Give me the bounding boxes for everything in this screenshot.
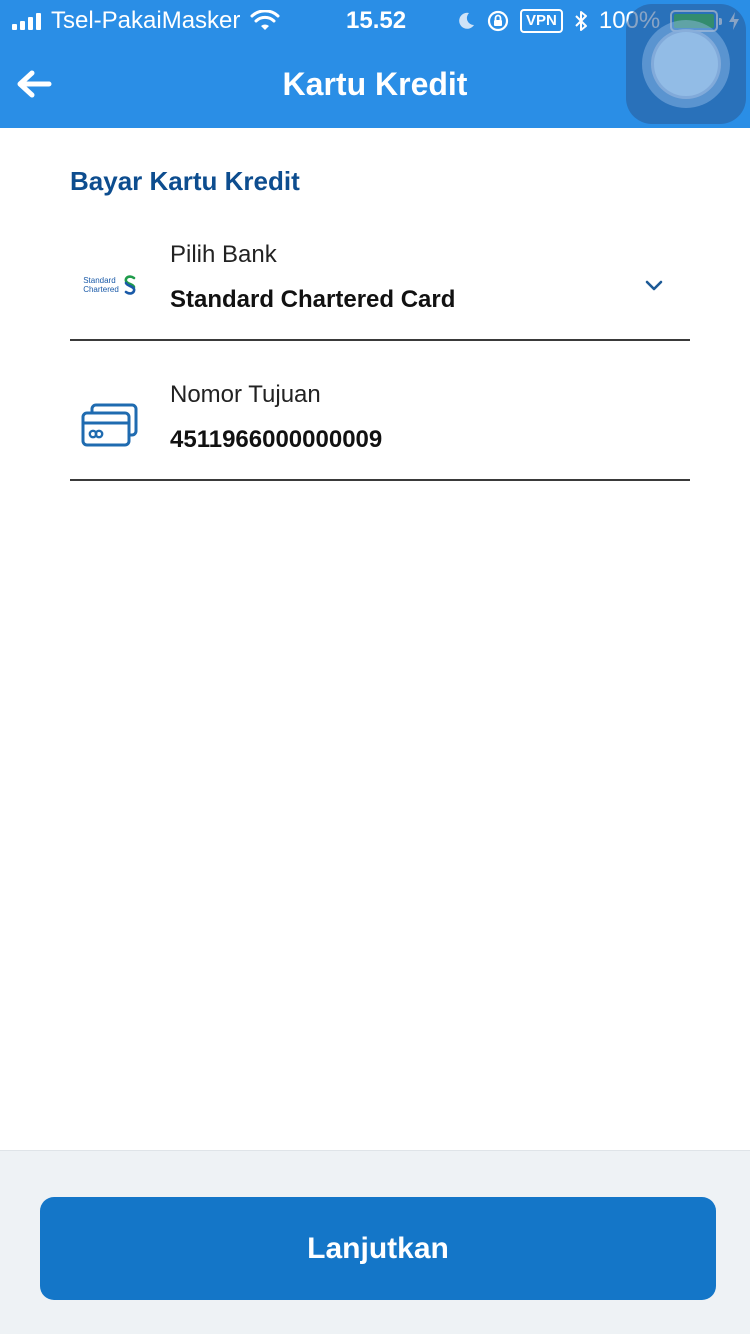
moon-icon xyxy=(459,12,474,29)
bank-select[interactable]: Standard Chartered Pilih Bank Standard C… xyxy=(70,232,690,341)
bank-logo: Standard Chartered xyxy=(78,262,142,308)
destination-number-field[interactable]: Nomor Tujuan 4511966000000009 xyxy=(70,372,690,481)
standard-chartered-logo: Standard Chartered xyxy=(83,275,137,295)
credit-card-icon xyxy=(81,403,138,447)
rotation-lock-icon xyxy=(487,10,509,32)
carrier-name: Tsel-PakaiMasker xyxy=(51,7,241,34)
destination-value: 4511966000000009 xyxy=(170,426,383,453)
section-title: Bayar Kartu Kredit xyxy=(70,166,300,196)
card-icon-wrap xyxy=(78,402,142,448)
status-left: Tsel-PakaiMasker xyxy=(12,6,280,36)
vpn-badge: VPN xyxy=(520,9,563,33)
wifi-icon xyxy=(250,10,280,30)
footer: Lanjutkan xyxy=(0,1150,750,1334)
bank-value: Standard Chartered Card xyxy=(170,286,456,313)
assistive-touch-button[interactable] xyxy=(626,4,746,124)
status-time: 15.52 xyxy=(346,7,407,34)
bank-label: Pilih Bank xyxy=(170,241,277,268)
chevron-down-icon xyxy=(645,280,663,291)
continue-button[interactable]: Lanjutkan xyxy=(40,1197,716,1300)
bluetooth-icon xyxy=(575,11,587,31)
destination-label: Nomor Tujuan xyxy=(170,381,321,408)
signal-strength-icon xyxy=(12,12,41,30)
